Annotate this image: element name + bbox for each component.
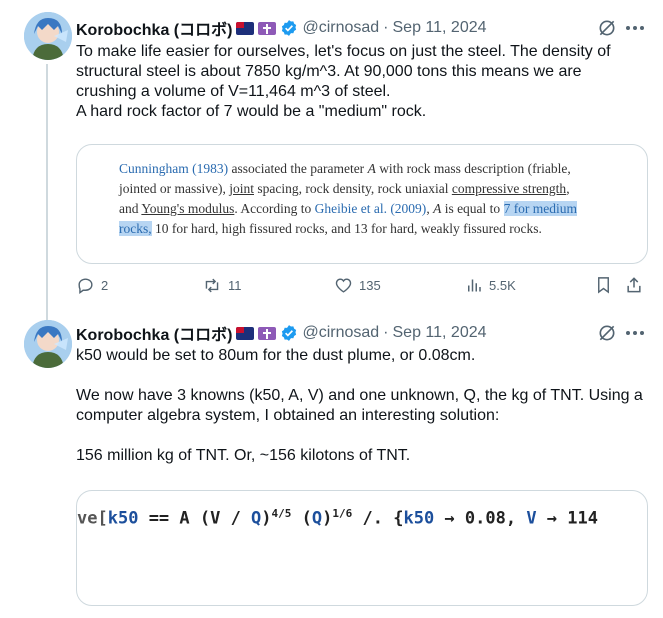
tweet-text: k50 would be set to 80um for the dust pl…	[76, 347, 643, 464]
author-name[interactable]: Korobochka (コロボ)	[76, 16, 232, 40]
action-bar: 2 11 135 5.5K	[76, 275, 646, 295]
author-handle[interactable]: @cirnosad	[302, 19, 379, 37]
citation-link: Cunningham (1983)	[119, 161, 229, 176]
verified-badge-icon	[282, 325, 297, 341]
paper-excerpt: Cunningham (1983) associated the paramet…	[119, 161, 578, 236]
australia-flag-icon	[236, 21, 255, 35]
repost-button[interactable]: 11	[202, 276, 242, 295]
views-icon	[468, 279, 481, 291]
tweet-header: Korobochka (コロボ) @cirnosad · Sep 11, 202…	[76, 321, 487, 345]
avatar[interactable]	[24, 320, 72, 368]
thread-line	[46, 64, 48, 322]
share-icon[interactable]	[624, 275, 644, 295]
reply-count: 2	[101, 277, 109, 293]
views-count: 5.5K	[489, 277, 516, 293]
avatar[interactable]	[24, 12, 72, 60]
citation-link: Gheibie et al. (2009)	[314, 201, 427, 216]
tweet-2[interactable]: Korobochka (コロボ) @cirnosad · Sep 11, 202…	[0, 318, 663, 618]
separator: ·	[383, 324, 389, 341]
separator: ·	[383, 19, 389, 36]
tweet-text: To make life easier for ourselves, let's…	[76, 43, 611, 120]
like-count: 135	[359, 277, 381, 293]
like-button[interactable]: 135	[334, 276, 381, 295]
attached-image[interactable]: ve[k50 == A (V / Q)4/5 (Q)1/6 /. {k50 → …	[76, 490, 648, 606]
repost-count: 11	[228, 277, 242, 293]
cross-icon	[258, 21, 277, 35]
attached-image[interactable]: Cunningham (1983) associated the paramet…	[76, 144, 648, 264]
more-icon[interactable]	[624, 18, 646, 38]
verified-badge-icon	[282, 20, 297, 36]
reply-icon	[78, 277, 93, 294]
grok-icon[interactable]	[597, 323, 617, 343]
repost-icon	[205, 278, 219, 292]
grok-icon[interactable]	[597, 18, 617, 38]
author-handle[interactable]: @cirnosad	[302, 324, 379, 342]
reply-button[interactable]: 2	[76, 276, 108, 295]
bookmark-icon[interactable]	[594, 275, 613, 295]
cross-icon	[258, 326, 277, 340]
author-name[interactable]: Korobochka (コロボ)	[76, 321, 232, 345]
tweet-header: Korobochka (コロボ) @cirnosad · Sep 11, 202…	[76, 16, 487, 40]
tweet-date[interactable]: Sep 11, 2024	[393, 19, 487, 37]
math-expression: ve[k50 == A (V / Q)4/5 (Q)1/6 /. {k50 → …	[77, 507, 598, 529]
views-button[interactable]: 5.5K	[465, 276, 516, 295]
more-icon[interactable]	[624, 323, 646, 343]
tweet-date[interactable]: Sep 11, 2024	[393, 324, 487, 342]
tweet-1[interactable]: Korobochka (コロボ) @cirnosad · Sep 11, 202…	[0, 0, 663, 322]
australia-flag-icon	[236, 326, 255, 340]
like-icon	[335, 277, 352, 293]
